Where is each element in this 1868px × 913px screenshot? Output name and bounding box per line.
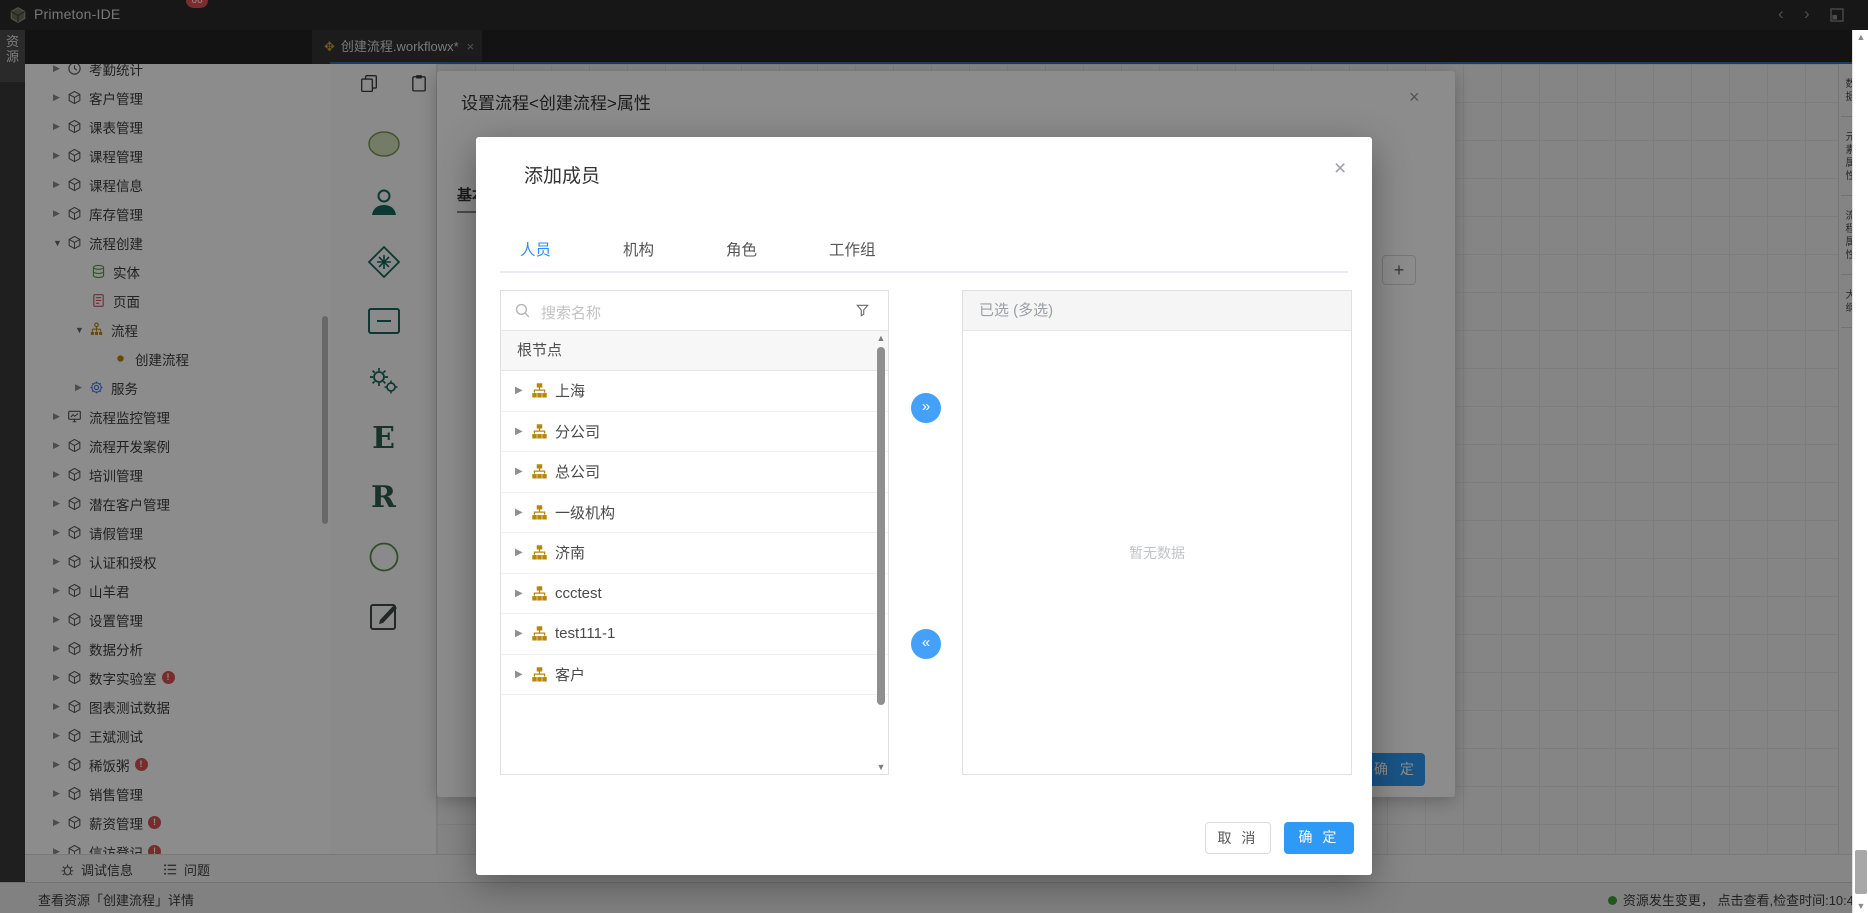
tree-rows: ▶ 上海 ▶ 分公司 ▶ 总公司 ▶ 一级机构 ▶ 济南 ▶ ccctest ▶ test111-1 ▶ 客户	[501, 371, 888, 695]
transfer-left-button[interactable]: «	[911, 629, 941, 659]
org-icon	[531, 504, 555, 521]
org-row-label: 总公司	[555, 461, 600, 482]
org-icon	[531, 544, 555, 561]
modal-tab-divider	[500, 271, 1348, 273]
tree-scrollbar[interactable]: ▲ ▼	[876, 333, 886, 772]
filter-icon[interactable]	[855, 303, 870, 318]
org-row-label: 一级机构	[555, 502, 615, 523]
search-icon	[514, 302, 531, 319]
scroll-up-icon[interactable]: ▲	[1853, 32, 1868, 42]
scroll-up-icon[interactable]: ▲	[876, 333, 886, 343]
caret-right-icon[interactable]: ▶	[515, 588, 531, 599]
org-row-一级机构[interactable]: ▶ 一级机构	[501, 493, 888, 534]
caret-right-icon[interactable]: ▶	[515, 669, 531, 680]
selected-panel: 已选 (多选) 暂无数据	[962, 290, 1352, 775]
selected-header: 已选 (多选)	[963, 291, 1351, 331]
org-row-label: ccctest	[555, 585, 602, 602]
org-icon	[531, 382, 555, 399]
org-icon	[531, 666, 555, 683]
tree-root-header[interactable]: 根节点	[501, 331, 888, 371]
org-row-label: test111-1	[555, 625, 615, 642]
member-search-input[interactable]: 搜索名称	[501, 291, 888, 331]
caret-right-icon[interactable]: ▶	[515, 547, 531, 558]
caret-right-icon[interactable]: ▶	[515, 385, 531, 396]
transfer-right-button[interactable]: »	[911, 393, 941, 423]
org-tree-list: 根节点 ▶ 上海 ▶ 分公司 ▶ 总公司 ▶ 一级机构 ▶ 济南 ▶ ccctest ▶ test111-…	[501, 331, 888, 774]
org-row-客户[interactable]: ▶ 客户	[501, 655, 888, 696]
org-row-label: 济南	[555, 542, 585, 563]
empty-state-text: 暂无数据	[963, 331, 1351, 774]
window-scrollbar-thumb[interactable]	[1855, 850, 1867, 894]
org-icon	[531, 625, 555, 642]
modal-tab-角色[interactable]: 角色	[706, 231, 777, 273]
scroll-down-icon[interactable]: ▼	[1853, 901, 1868, 911]
org-row-济南[interactable]: ▶ 济南	[501, 533, 888, 574]
caret-right-icon[interactable]: ▶	[515, 466, 531, 477]
org-tree-panel: 搜索名称 根节点 ▶ 上海 ▶ 分公司 ▶ 总公司 ▶ 一级机构 ▶ 济南 ▶ ccctest ▶ tes…	[500, 290, 889, 775]
scrollbar-thumb[interactable]	[877, 347, 885, 705]
org-row-上海[interactable]: ▶ 上海	[501, 371, 888, 412]
org-row-label: 客户	[555, 664, 585, 685]
org-row-label: 分公司	[555, 421, 600, 442]
org-row-ccctest[interactable]: ▶ ccctest	[501, 574, 888, 615]
org-row-label: 上海	[555, 380, 585, 401]
caret-right-icon[interactable]: ▶	[515, 507, 531, 518]
org-row-分公司[interactable]: ▶ 分公司	[501, 412, 888, 453]
member-search-placeholder: 搜索名称	[541, 302, 601, 323]
modal-close-icon[interactable]: ×	[1334, 157, 1346, 181]
modal-title: 添加成员	[524, 161, 600, 188]
confirm-button[interactable]: 确 定	[1284, 822, 1354, 854]
window-scrollbar[interactable]: ▲ ▼	[1852, 30, 1868, 913]
org-icon	[531, 463, 555, 480]
scroll-down-icon[interactable]: ▼	[876, 762, 886, 772]
modal-tab-人员[interactable]: 人员	[500, 231, 571, 273]
cancel-button[interactable]: 取 消	[1205, 822, 1271, 854]
caret-right-icon[interactable]: ▶	[515, 426, 531, 437]
modal-tab-机构[interactable]: 机构	[603, 231, 674, 273]
add-member-modal: 添加成员 × 人员机构角色工作组 搜索名称 根节点 ▶ 上海 ▶ 分公司 ▶ 总公司 ▶ 一级…	[476, 137, 1372, 875]
caret-right-icon[interactable]: ▶	[515, 628, 531, 639]
org-row-总公司[interactable]: ▶ 总公司	[501, 452, 888, 493]
org-row-test111-1[interactable]: ▶ test111-1	[501, 614, 888, 655]
modal-tab-工作组[interactable]: 工作组	[809, 231, 896, 273]
modal-tab-bar: 人员机构角色工作组	[500, 231, 928, 273]
org-icon	[531, 585, 555, 602]
org-icon	[531, 423, 555, 440]
